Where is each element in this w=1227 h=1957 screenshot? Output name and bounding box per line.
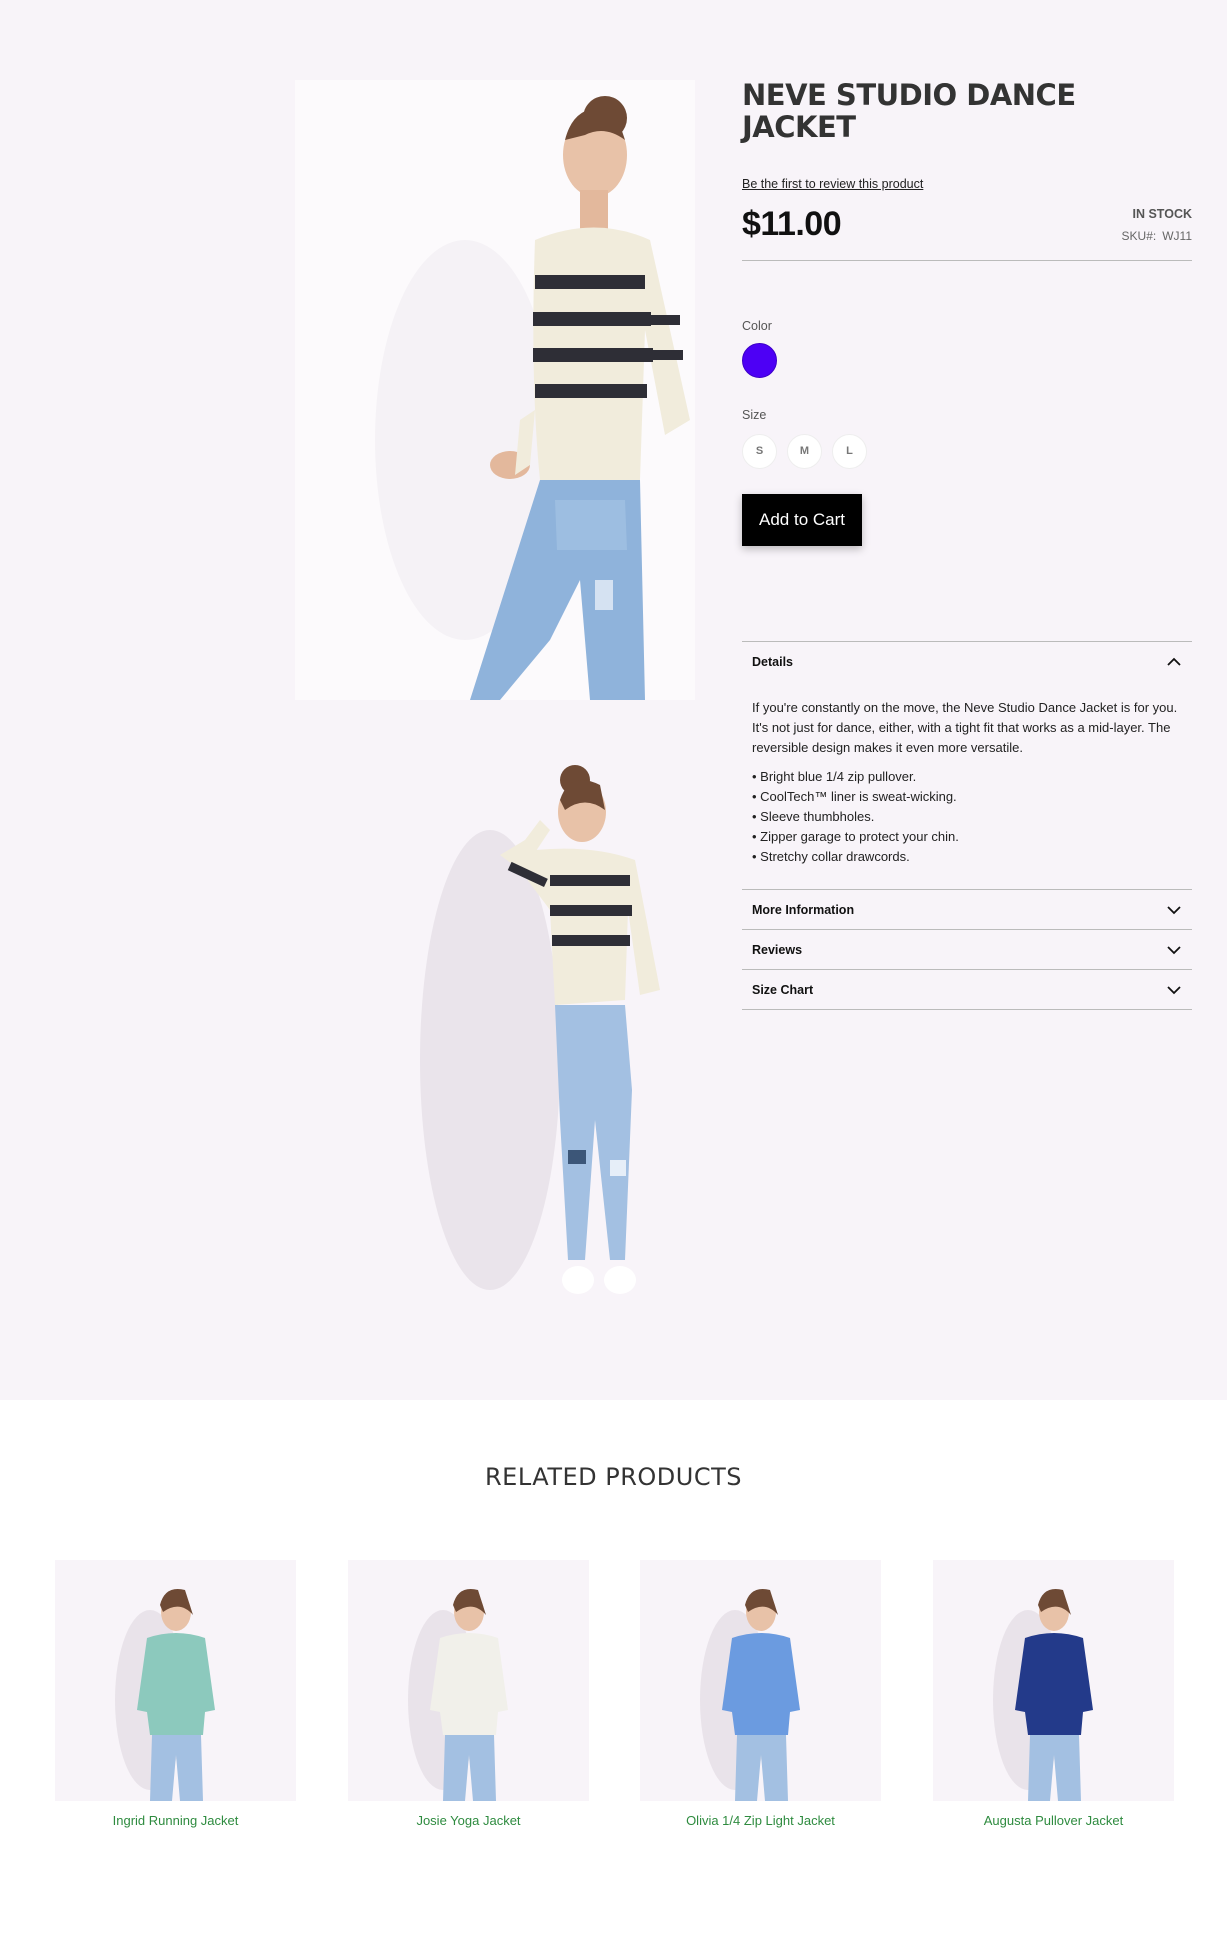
related-product-name[interactable]: Josie Yoga Jacket [348,1813,589,1828]
details-header[interactable]: Details [742,642,1192,682]
related-product-name[interactable]: Augusta Pullover Jacket [933,1813,1174,1828]
size-label: Size [742,407,767,422]
review-link[interactable]: Be the first to review this product [742,177,923,191]
related-product-card[interactable]: Ingrid Running Jacket [55,1560,296,1828]
product-title: NEVE STUDIO DANCE JACKET [742,78,1076,144]
product-section: NEVE STUDIO DANCE JACKET Be the first to… [0,0,1227,1400]
chevron-down-icon [1167,986,1181,995]
size-option-m[interactable]: M [787,433,822,469]
chevron-down-icon [1167,946,1181,955]
bullet-item: • Stretchy collar drawcords. [752,848,910,864]
size-chart-title: Size Chart [752,982,814,997]
reviews-title: Reviews [752,942,803,957]
color-label: Color [742,318,772,333]
related-product-name[interactable]: Ingrid Running Jacket [55,1813,296,1828]
product-info: NEVE STUDIO DANCE JACKET Be the first to… [742,78,1192,1010]
size-options: S M L [742,433,1192,469]
size-chart-header[interactable]: Size Chart [742,970,1192,1010]
bullet-item: • Bright blue 1/4 zip pullover. [752,768,917,784]
color-swatch[interactable] [742,342,777,378]
bullet-item: • CoolTech™ liner is sweat-wicking. [752,788,957,804]
price-row: $11.00 IN STOCK SKU#: WJ11 [742,199,1192,261]
sku: SKU#: WJ11 [1122,229,1192,243]
details-title: Details [752,654,793,669]
size-option-l[interactable]: L [832,433,867,469]
product-image-main[interactable] [295,80,695,700]
sku-value: WJ11 [1162,228,1192,243]
related-products-title: RELATED PRODUCTS [485,1463,742,1491]
related-product-card[interactable]: Olivia 1/4 Zip Light Jacket [640,1560,881,1828]
details-description: If you're constantly on the move, the Ne… [752,699,1178,755]
related-product-image[interactable] [640,1560,881,1801]
more-information-title: More Information [752,902,855,917]
related-product-image[interactable] [348,1560,589,1801]
related-product-image[interactable] [933,1560,1174,1801]
product-price: $11.00 [742,204,842,243]
chevron-up-icon [1167,657,1181,666]
add-to-cart-button[interactable]: Add to Cart [742,493,862,546]
bullet-item: • Zipper garage to protect your chin. [752,828,959,844]
more-information-header[interactable]: More Information [742,890,1192,930]
stock-status: IN STOCK [1132,206,1193,221]
bullet-item: • Sleeve thumbholes. [752,808,875,824]
reviews-header[interactable]: Reviews [742,930,1192,970]
chevron-down-icon [1167,906,1181,915]
related-product-name[interactable]: Olivia 1/4 Zip Light Jacket [640,1813,881,1828]
product-image-secondary[interactable] [400,760,700,1330]
product-accordion: Details If you're constantly on the move… [742,640,1192,1010]
related-product-card[interactable]: Josie Yoga Jacket [348,1560,589,1828]
sku-label: SKU#: [1121,228,1157,243]
related-product-image[interactable] [55,1560,296,1801]
details-bullets: • Bright blue 1/4 zip pullover. • CoolTe… [752,767,1182,867]
size-option-s[interactable]: S [742,433,777,469]
related-product-card[interactable]: Augusta Pullover Jacket [933,1560,1174,1828]
details-body: If you're constantly on the move, the Ne… [742,682,1192,890]
